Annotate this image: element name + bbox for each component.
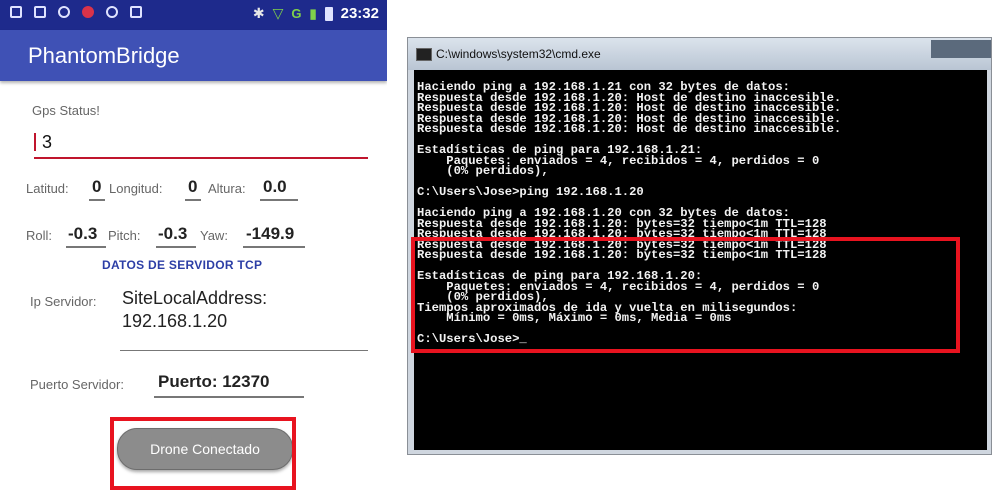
sync-icon [106,6,118,18]
wifi-icon: ▽ [272,5,284,21]
roll-underline [66,246,106,248]
pitch-underline [156,246,196,248]
puerto-value: Puerto: 12370 [158,372,270,391]
latitud-underline [89,199,105,201]
puerto-input-underline[interactable] [154,396,304,398]
status-bar: ✱ ▽ G ▮ 23:32 [0,0,387,30]
gps-status-label: Gps Status! [32,103,100,118]
text-cursor [34,133,36,151]
console-icon [416,48,432,61]
ip-input-underline[interactable] [120,350,368,351]
longitud-underline [185,199,201,201]
window-title: C:\windows\system32\cmd.exe [436,47,601,61]
mail-icon [130,6,142,18]
image-icon [34,6,46,18]
network-type-label: G [291,6,302,21]
altura-label: Altura: [208,181,246,196]
gps-status-input[interactable]: 3 [34,127,368,159]
red-app-icon [82,6,94,18]
longitud-value: 0 [188,177,198,196]
roll-value: -0.3 [68,224,98,243]
bluetooth-icon: ✱ [252,5,265,21]
window-titlebar[interactable]: C:\windows\system32\cmd.exe [408,38,991,70]
battery-icon [324,6,333,21]
ip-value-line1: SiteLocalAddress: [122,288,268,308]
signal-icon: ▮ [309,5,317,21]
roll-label: Roll: [26,228,53,243]
longitud-label: Longitud: [109,181,163,196]
yaw-label: Yaw: [200,228,228,243]
latitud-value: 0 [92,177,102,196]
notification-icon [10,6,22,18]
console-line: (0% perdidos), [417,164,549,178]
ip-servidor-label: Ip Servidor: [30,294,97,309]
yaw-underline [243,246,305,248]
altura-underline [260,199,298,201]
console-line: Respuesta desde 192.168.1.20: Host de de… [417,122,842,136]
latitud-label: Latitud: [26,181,69,196]
console-line: C:\Users\Jose>ping 192.168.1.20 [417,185,644,199]
section-header: DATOS DE SERVIDOR TCP [102,258,263,272]
clock: 23:32 [340,5,379,22]
ping-highlight-box [411,237,960,353]
button-highlight-box [110,417,296,490]
gps-status-value: 3 [42,132,53,152]
app-icon [58,6,70,18]
altura-value: 0.0 [263,177,287,196]
ip-value-line2: 192.168.1.20 [122,311,228,331]
app-title: PhantomBridge [28,43,180,68]
puerto-servidor-label: Puerto Servidor: [30,377,124,392]
window-controls[interactable] [931,40,991,58]
yaw-value: -149.9 [246,224,295,243]
pitch-value: -0.3 [158,224,188,243]
pitch-label: Pitch: [108,228,141,243]
app-bar: PhantomBridge [0,30,387,81]
